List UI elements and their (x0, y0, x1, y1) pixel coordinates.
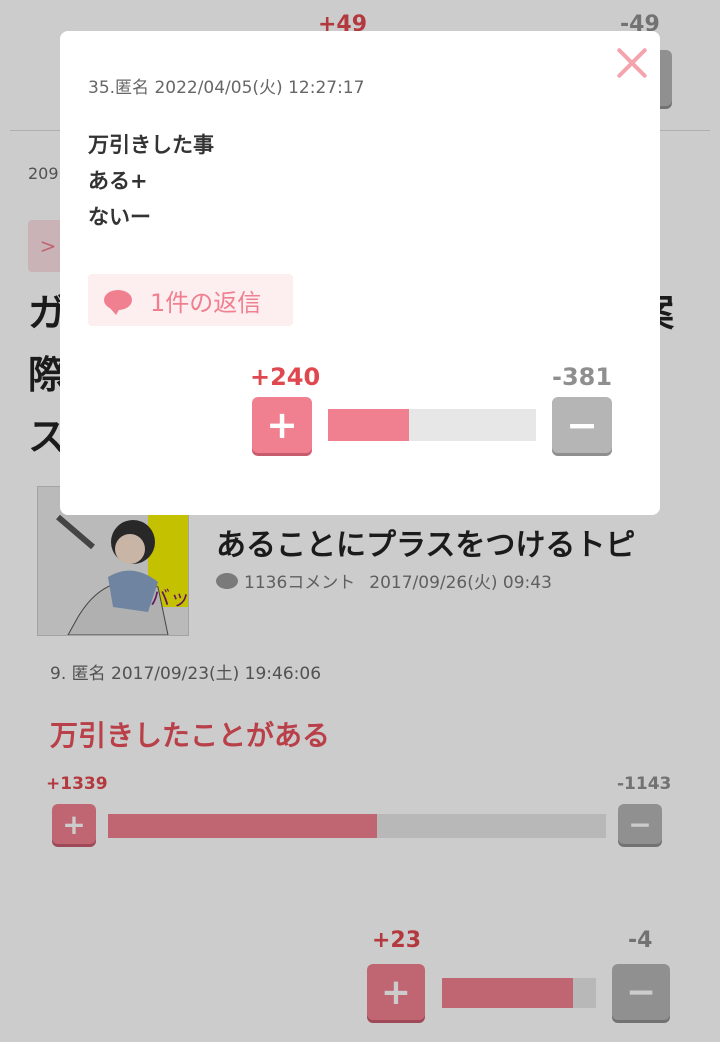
modal-vote-bar-fill (328, 409, 410, 441)
plus-icon: + (266, 403, 298, 447)
minus-icon: − (628, 807, 652, 841)
modal-comment-body: 万引きした事 ある+ ないー (88, 127, 214, 235)
comment-9-plus-button[interactable]: + (52, 804, 96, 844)
close-icon[interactable] (614, 45, 650, 81)
modal-plus-score: +240 (250, 363, 321, 391)
comment-9-header: 9. 匿名 2017/09/23(土) 19:46:06 (50, 664, 322, 684)
body-line: ある+ (88, 169, 148, 193)
bottom-plus-score: +23 (372, 928, 422, 953)
modal-minus-button[interactable]: − (552, 397, 612, 453)
bottom-vote-bar-fill (442, 978, 573, 1008)
comment-icon (216, 572, 238, 589)
modal-minus-score: -381 (552, 363, 613, 391)
bottom-plus-button[interactable]: + (367, 964, 425, 1020)
modal-plus-button[interactable]: + (252, 397, 312, 453)
related-topic-date: 2017/09/26(火) 09:43 (369, 573, 552, 593)
comment-modal: 35.匿名 2022/04/05(火) 12:27:17 万引きした事 ある+ … (60, 31, 660, 515)
comment-9-vote-bar (108, 814, 606, 838)
body-line: ないー (88, 205, 151, 229)
comment-9-body: 万引きしたことがある (50, 719, 331, 752)
bottom-vote-bar (442, 978, 596, 1008)
side-fragment-number: 209 (28, 164, 59, 183)
reply-count-label: 1件の返信 (150, 288, 262, 317)
speech-bubble-icon (104, 290, 132, 315)
svg-text:バッ: バッ (150, 586, 188, 610)
body-line: 万引きした事 (88, 133, 214, 157)
bottom-minus-score: -4 (628, 928, 653, 953)
related-topic-meta: 1136コメント 2017/09/26(火) 09:43 (216, 568, 552, 593)
modal-comment-header: 35.匿名 2022/04/05(火) 12:27:17 (88, 78, 365, 98)
bottom-minus-button[interactable]: − (612, 964, 670, 1020)
plus-icon: + (62, 807, 86, 841)
related-topic-title[interactable]: あることにプラスをつけるトピ (216, 520, 635, 564)
minus-icon: − (625, 971, 657, 1013)
comment-9-minus-button[interactable]: − (618, 804, 662, 844)
plus-icon: + (380, 971, 412, 1013)
comment-9-plus-score: +1339 (46, 774, 108, 794)
minus-icon: − (566, 403, 598, 447)
reply-count-button[interactable]: 1件の返信 (88, 274, 293, 326)
comment-9-vote-bar-fill (108, 814, 377, 838)
modal-vote-bar (328, 409, 536, 441)
related-topic-comment-count: 1136コメント (244, 573, 356, 593)
comment-9-minus-score: -1143 (617, 774, 672, 794)
